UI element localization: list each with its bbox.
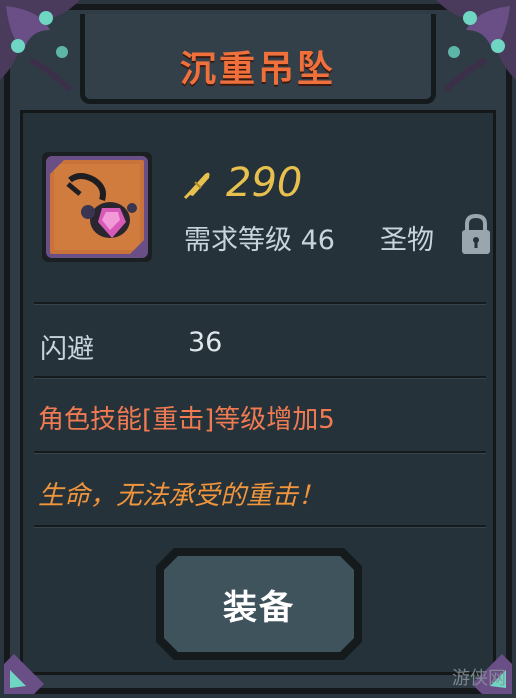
item-rarity: 圣物: [380, 225, 434, 256]
feather-currency-icon: [183, 172, 210, 200]
flavor-text: 生命，无法承受的重击！: [38, 481, 325, 511]
pendant-icon: [42, 152, 152, 262]
divider: [34, 525, 486, 528]
item-price: 290: [226, 160, 303, 206]
item-effect: 角色技能[重击]等级增加5: [38, 405, 335, 435]
item-title: 沉重吊坠: [179, 49, 336, 90]
stat-value: 36: [188, 327, 223, 358]
lock-icon[interactable]: [458, 212, 494, 256]
divider: [34, 451, 486, 454]
equip-button-face[interactable]: 装备: [164, 556, 354, 652]
item-detail-window: 沉重吊坠 290 需求等级 46 圣物 闪避 36 角色技能[重击]等级增加5 …: [0, 0, 516, 698]
stat-name: 闪避: [40, 334, 94, 365]
level-requirement: 需求等级 46: [184, 225, 335, 256]
corner-ornament-icon: [4, 654, 44, 694]
watermark: 游侠网: [452, 668, 506, 689]
divider: [34, 376, 486, 379]
divider: [34, 302, 486, 305]
equip-button-label: 装备: [223, 587, 295, 628]
equip-button[interactable]: 装备: [156, 548, 362, 660]
